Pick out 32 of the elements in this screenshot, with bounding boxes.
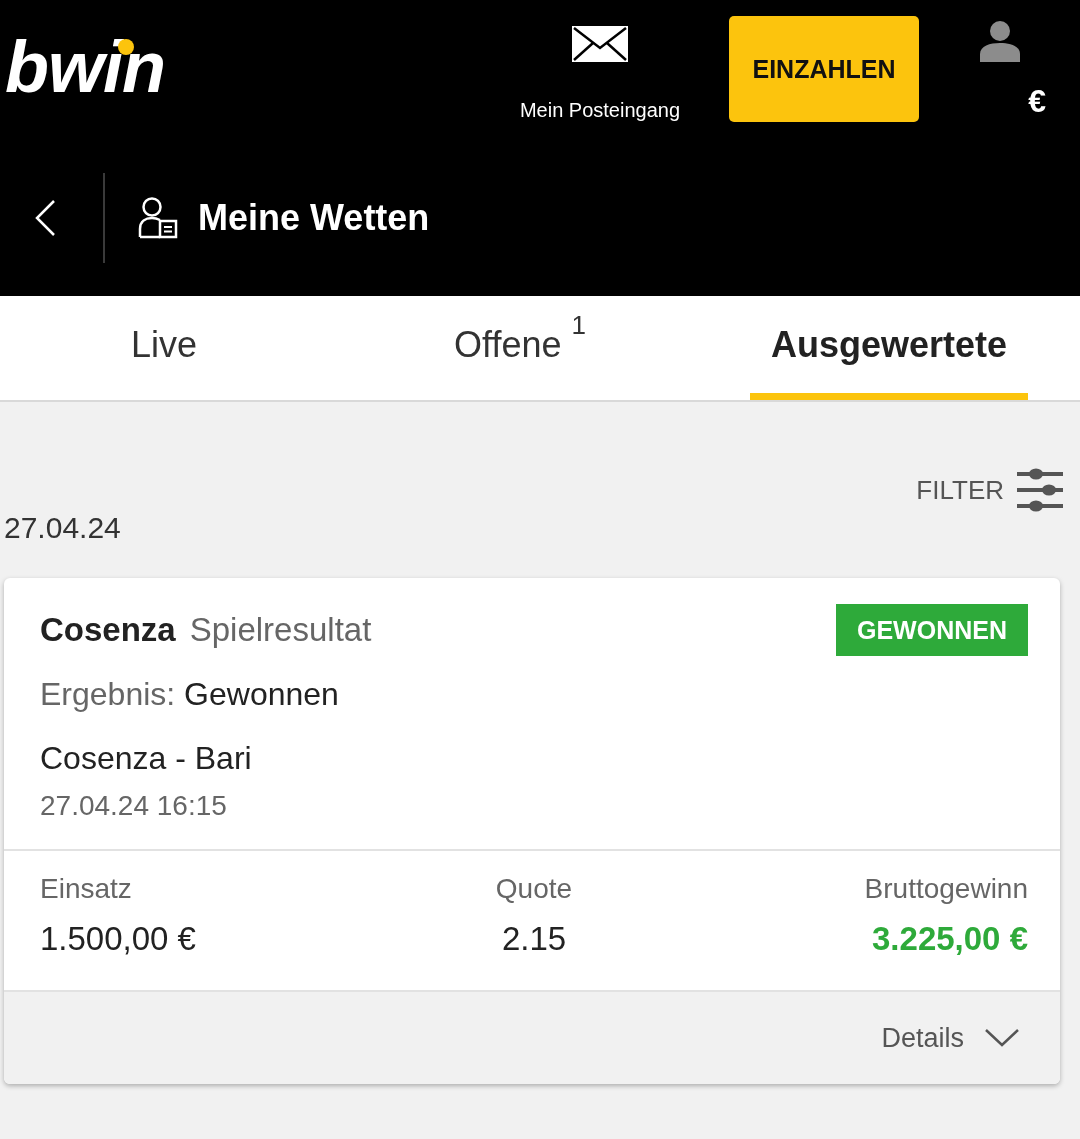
chevron-left-icon bbox=[34, 199, 56, 237]
user-icon bbox=[980, 20, 1020, 62]
stat-value: 3.225,00 € bbox=[872, 920, 1028, 958]
chevron-down-icon bbox=[984, 1028, 1020, 1048]
sliders-icon bbox=[1016, 466, 1064, 514]
tab[interactable]: Ausgewertete bbox=[712, 296, 1066, 400]
stat-label: Bruttogewinn bbox=[864, 873, 1028, 905]
status-label: GEWONNEN bbox=[836, 604, 1028, 656]
dot-icon bbox=[118, 39, 134, 55]
open-bets-count: 1 bbox=[571, 309, 586, 341]
person-list-icon bbox=[138, 197, 178, 239]
result-label: Ergebnis: bbox=[40, 676, 176, 712]
market-name: Spielresultat bbox=[189, 611, 372, 648]
logo[interactable]: bwin bbox=[5, 31, 165, 103]
filter-button[interactable]: FILTER bbox=[916, 466, 1064, 514]
selection-name: Cosenza bbox=[40, 611, 176, 648]
stat-value: 2.15 bbox=[501, 920, 567, 958]
envelope-icon bbox=[572, 26, 628, 62]
deposit-button[interactable]: EINZAHLEN bbox=[729, 16, 919, 122]
result-value: Gewonnen bbox=[184, 676, 339, 712]
event-name: Cosenza - Bari bbox=[40, 740, 252, 777]
page-title: Meine Wetten bbox=[198, 197, 430, 239]
stat-label: Einsatz bbox=[40, 873, 132, 905]
account-button[interactable]: € bbox=[960, 20, 1050, 120]
stat-label: Quote bbox=[495, 873, 573, 905]
date-heading: 27.04.24 bbox=[3, 510, 121, 546]
tab[interactable]: Offene 1 bbox=[328, 296, 712, 400]
event-time: 27.04.24 16:15 bbox=[40, 790, 227, 822]
tab[interactable]: Live bbox=[0, 296, 328, 400]
details-button[interactable]: Details bbox=[881, 1022, 1020, 1054]
stat-value: 1.500,00 € bbox=[40, 920, 196, 958]
inbox-button[interactable]: Mein Posteingang bbox=[510, 26, 690, 122]
